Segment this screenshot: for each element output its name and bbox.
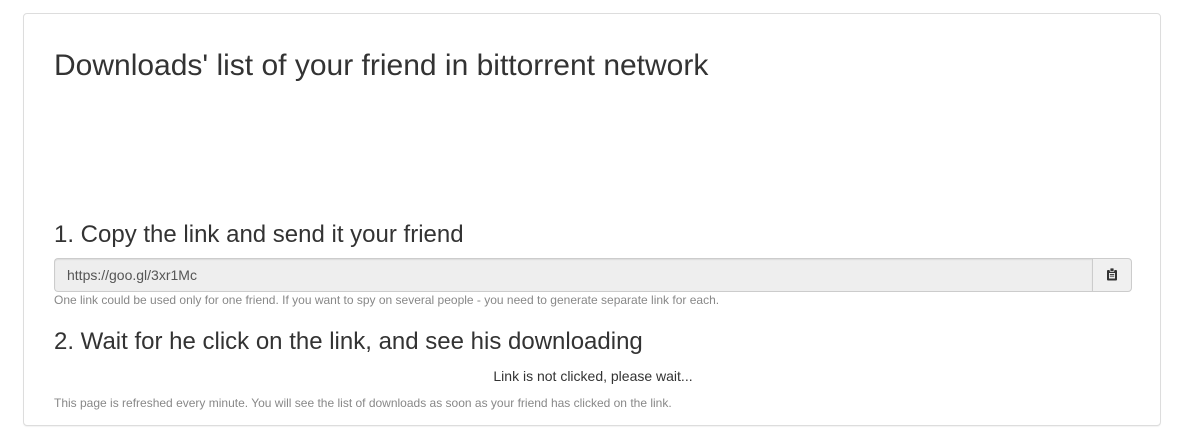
step2-heading: 2. Wait for he click on the link, and se… [54,328,643,355]
click-status-text: Link is not clicked, please wait... [493,368,693,384]
step1-heading: 1. Copy the link and send it your friend [54,221,464,248]
step2-help-text: This page is refreshed every minute. You… [54,396,672,410]
step1-help-text: One link could be used only for one frie… [54,293,720,307]
link-input-group [54,258,1132,292]
copy-link-button[interactable] [1092,258,1132,292]
main-panel: Downloads' list of your friend in bittor… [23,13,1161,426]
share-link-input[interactable] [54,258,1092,292]
clipboard-icon [1106,267,1118,284]
page-title: Downloads' list of your friend in bittor… [54,49,709,82]
